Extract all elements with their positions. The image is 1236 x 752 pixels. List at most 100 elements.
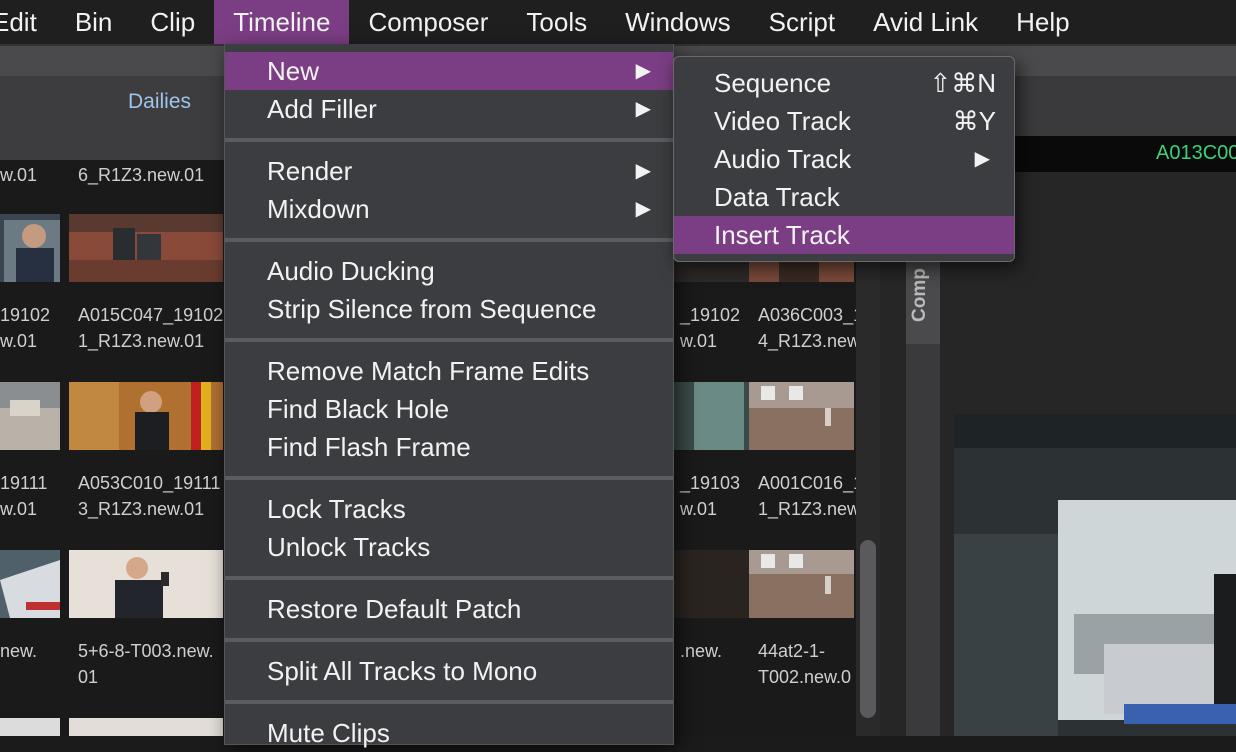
menu-item-audio-ducking[interactable]: Audio Ducking xyxy=(225,252,673,290)
menu-item-label: Audio Ducking xyxy=(267,256,435,286)
menu-item-label: Insert Track xyxy=(714,220,850,250)
menu-item-find-flash-frame[interactable]: Find Flash Frame xyxy=(225,428,673,466)
clip-frame-house-2 xyxy=(749,550,854,618)
menu-item-add-filler[interactable]: Add Filler ▶ xyxy=(225,90,673,128)
keyboard-shortcut: ⇧⌘N xyxy=(929,68,996,98)
menu-script[interactable]: Script xyxy=(750,0,854,44)
menu-item-label: Remove Match Frame Edits xyxy=(267,356,590,386)
submenu-item-sequence[interactable]: Sequence ⇧⌘N xyxy=(674,64,1014,102)
menu-tools[interactable]: Tools xyxy=(507,0,606,44)
clip-label[interactable]: A001C016_1 1_R1Z3.new xyxy=(758,470,860,522)
menu-item-render[interactable]: Render ▶ xyxy=(225,152,673,190)
composer-side-rail xyxy=(906,344,940,736)
clip-frame-house xyxy=(749,382,854,450)
clip-frame-man-curtains xyxy=(69,550,223,618)
clip-frame-officer-mural xyxy=(69,382,223,450)
menu-clip[interactable]: Clip xyxy=(131,0,214,44)
clip-frame-newspaper xyxy=(0,550,60,618)
menu-separator xyxy=(225,238,673,242)
clip-label[interactable]: 44at2-1- T002.new.0 xyxy=(758,638,851,690)
viewer-frame-image xyxy=(954,414,1236,736)
menu-item-strip-silence[interactable]: Strip Silence from Sequence xyxy=(225,290,673,328)
menu-item-restore-default-patch[interactable]: Restore Default Patch xyxy=(225,590,673,628)
menu-item-mixdown[interactable]: Mixdown ▶ xyxy=(225,190,673,228)
clip-thumbnail[interactable] xyxy=(0,718,60,736)
menu-item-label: Mute Clips xyxy=(267,718,390,748)
clip-label[interactable]: 19111 w.01 xyxy=(0,470,47,522)
composer-viewer[interactable] xyxy=(954,414,1236,736)
clip-name-display: A013C00 xyxy=(1156,142,1236,164)
clip-label[interactable]: _19103 w.01 xyxy=(680,470,740,522)
clip-label[interactable]: 19102 w.01 xyxy=(0,302,50,354)
menu-separator xyxy=(225,338,673,342)
menu-item-label: Audio Track xyxy=(714,144,852,174)
menu-separator xyxy=(225,576,673,580)
clip-label[interactable]: w.01 xyxy=(0,162,37,188)
clip-thumbnail[interactable] xyxy=(0,382,60,450)
menu-item-new[interactable]: New ▶ xyxy=(225,52,673,90)
menu-windows[interactable]: Windows xyxy=(606,0,749,44)
submenu-arrow-icon: ▶ xyxy=(974,148,990,170)
menu-item-label: Mixdown xyxy=(267,194,370,224)
bin-scrollbar-thumb[interactable] xyxy=(860,540,876,718)
clip-thumbnail[interactable] xyxy=(749,550,860,618)
menu-bar: Edit Bin Clip Timeline Composer Tools Wi… xyxy=(0,0,1236,46)
clip-thumbnail[interactable] xyxy=(69,382,223,450)
clip-label[interactable]: A015C047_19102 1_R1Z3.new.01 xyxy=(78,302,223,354)
menu-edit[interactable]: Edit xyxy=(0,0,56,44)
menu-item-label: Data Track xyxy=(714,182,840,212)
menu-item-remove-match-frame-edits[interactable]: Remove Match Frame Edits xyxy=(225,352,673,390)
clip-label[interactable]: A036C003_1 4_R1Z3.new xyxy=(758,302,860,354)
menu-avid-link[interactable]: Avid Link xyxy=(854,0,997,44)
submenu-arrow-icon: ▶ xyxy=(635,160,651,182)
menu-item-label: Add Filler xyxy=(267,94,377,124)
submenu-arrow-icon: ▶ xyxy=(635,198,651,220)
composer-header xyxy=(1013,76,1236,136)
timeline-menu: New ▶ Add Filler ▶ Render ▶ Mixdown ▶ Au… xyxy=(224,44,674,748)
menu-separator xyxy=(225,638,673,642)
menu-separator xyxy=(225,476,673,480)
clip-thumbnail[interactable] xyxy=(0,214,60,282)
menu-item-split-tracks-mono[interactable]: Split All Tracks to Mono xyxy=(225,652,673,690)
menu-item-label: Strip Silence from Sequence xyxy=(267,294,597,324)
clip-label[interactable]: .new. xyxy=(680,638,722,664)
clip-frame-ruins xyxy=(0,382,60,450)
menu-help[interactable]: Help xyxy=(997,0,1088,44)
menu-bin[interactable]: Bin xyxy=(56,0,132,44)
clip-thumbnail[interactable] xyxy=(0,550,60,618)
clip-label[interactable]: new. xyxy=(0,638,37,664)
menu-timeline[interactable]: Timeline xyxy=(214,0,350,44)
submenu-item-audio-track[interactable]: Audio Track ▶ xyxy=(674,140,1014,178)
clip-thumbnail[interactable] xyxy=(69,214,223,282)
submenu-item-data-track[interactable]: Data Track xyxy=(674,178,1014,216)
submenu-arrow-icon: ▶ xyxy=(635,98,651,120)
menu-item-label: Find Flash Frame xyxy=(267,432,471,462)
menu-item-label: Unlock Tracks xyxy=(267,532,431,562)
clip-label[interactable]: 5+6-8-T003.new. 01 xyxy=(78,638,214,690)
menu-separator xyxy=(225,700,673,704)
clip-label[interactable]: A053C010_19111 3_R1Z3.new.01 xyxy=(78,470,220,522)
menu-item-mute-clips[interactable]: Mute Clips xyxy=(225,714,673,752)
menu-item-lock-tracks[interactable]: Lock Tracks xyxy=(225,490,673,528)
menu-item-find-black-hole[interactable]: Find Black Hole xyxy=(225,390,673,428)
composer-side-tab-label: Comp xyxy=(909,268,930,322)
new-submenu: Sequence ⇧⌘N Video Track ⌘Y Audio Track … xyxy=(673,56,1015,262)
menu-item-label: Sequence xyxy=(714,68,832,98)
menu-item-label: Render xyxy=(267,156,353,186)
clip-thumbnail[interactable] xyxy=(749,382,860,450)
menu-composer[interactable]: Composer xyxy=(349,0,507,44)
clip-thumbnail[interactable] xyxy=(69,718,223,736)
bin-title[interactable]: Dailies xyxy=(128,90,191,114)
menu-item-label: New xyxy=(267,56,320,86)
submenu-item-video-track[interactable]: Video Track ⌘Y xyxy=(674,102,1014,140)
clip-label[interactable]: _19102 w.01 xyxy=(680,302,740,354)
menu-item-label: Find Black Hole xyxy=(267,394,450,424)
menu-item-unlock-tracks[interactable]: Unlock Tracks xyxy=(225,528,673,566)
menu-item-label: Lock Tracks xyxy=(267,494,406,524)
bin-header xyxy=(0,76,224,160)
menu-item-label: Video Track xyxy=(714,106,851,136)
clip-label[interactable]: 6_R1Z3.new.01 xyxy=(78,162,204,188)
submenu-item-insert-track[interactable]: Insert Track xyxy=(674,216,1014,254)
menu-item-label: Restore Default Patch xyxy=(267,594,522,624)
clip-thumbnail[interactable] xyxy=(69,550,223,618)
